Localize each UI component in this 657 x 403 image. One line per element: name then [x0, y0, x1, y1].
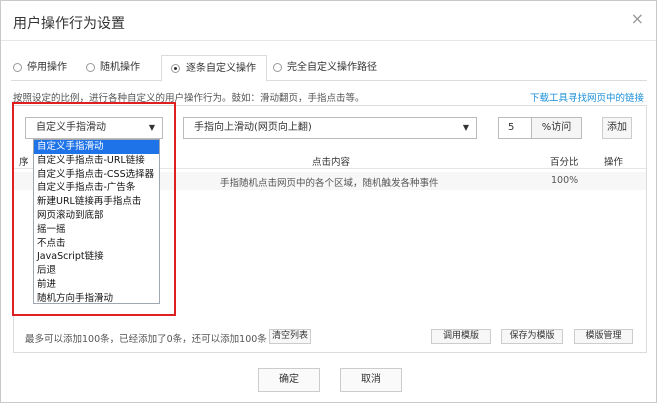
cancel-button[interactable]: 取消	[340, 368, 402, 392]
percent-input[interactable]: 5	[498, 117, 532, 139]
option-shake[interactable]: 摇一摇	[34, 223, 159, 237]
option-click-css[interactable]: 自定义手指点击-CSS选择器	[34, 168, 159, 182]
percent-unit-label: %访问	[532, 117, 582, 139]
tab-full-custom-path[interactable]: 完全自定义操作路径	[273, 55, 377, 81]
radio-icon	[86, 63, 95, 72]
direction-select[interactable]: 手指向上滑动(网页向上翻) ▼	[183, 117, 477, 139]
row-content: 手指随机点击网页中的各个区域，随机触发各种事件	[220, 178, 439, 189]
footer-info-text: 最多可以添加100条，已经添加了0条，还可以添加100条	[25, 334, 267, 345]
description-text: 按照设定的比例，进行各种自定义的用户操作行为。鼓如：滑动翻页，手指点击等。	[13, 93, 365, 104]
tab-label: 停用操作	[27, 62, 67, 73]
action-type-value: 自定义手指滑动	[36, 122, 106, 133]
clear-list-button[interactable]: 清空列表	[269, 329, 311, 344]
ok-button[interactable]: 确定	[258, 368, 320, 392]
tab-label: 逐条自定义操作	[186, 63, 256, 74]
option-new-url-click[interactable]: 新建URL链接再手指点击	[34, 195, 159, 209]
tab-disable[interactable]: 停用操作	[13, 55, 67, 81]
action-type-select[interactable]: 自定义手指滑动 ▼	[25, 117, 163, 139]
row-percent: 100%	[551, 175, 579, 186]
use-template-button[interactable]: 调用模版	[431, 329, 491, 344]
col-percent: 百分比	[550, 157, 579, 168]
tab-random[interactable]: 随机操作	[86, 55, 140, 81]
mode-tabs: 停用操作 随机操作 逐条自定义操作 完全自定义操作路径	[11, 55, 647, 82]
col-content: 点击内容	[312, 157, 351, 168]
option-click-url[interactable]: 自定义手指点击-URL链接	[34, 154, 159, 168]
option-custom-swipe[interactable]: 自定义手指滑动	[34, 140, 159, 154]
option-javascript-link[interactable]: JavaScript链接	[34, 250, 159, 264]
option-no-click[interactable]: 不点击	[34, 237, 159, 251]
user-action-dialog: 用户操作行为设置 × 停用操作 随机操作 逐条自定义操作 完全自定义操作路径 按…	[0, 0, 657, 403]
radio-icon	[273, 63, 282, 72]
download-tool-link[interactable]: 下载工具寻找网页中的链接	[530, 90, 644, 104]
caret-down-icon: ▼	[148, 123, 155, 132]
col-index: 序	[19, 157, 29, 168]
option-back[interactable]: 后退	[34, 264, 159, 278]
save-template-button[interactable]: 保存为模版	[501, 329, 563, 344]
close-icon[interactable]: ×	[631, 11, 644, 27]
dialog-title: 用户操作行为设置	[13, 16, 125, 32]
option-forward[interactable]: 前进	[34, 278, 159, 292]
option-scroll-bottom[interactable]: 网页滚动到底部	[34, 209, 159, 223]
radio-icon	[13, 63, 22, 72]
option-click-ad[interactable]: 自定义手指点击-广告条	[34, 181, 159, 195]
direction-value: 手指向上滑动(网页向上翻)	[194, 122, 312, 133]
option-random-swipe[interactable]: 随机方向手指滑动	[34, 292, 159, 306]
action-type-dropdown-list: 自定义手指滑动 自定义手指点击-URL链接 自定义手指点击-CSS选择器 自定义…	[33, 139, 160, 304]
radio-selected-icon	[171, 64, 180, 73]
dialog-title-bar: 用户操作行为设置 ×	[1, 1, 656, 41]
col-action: 操作	[604, 157, 624, 168]
tab-label: 随机操作	[100, 62, 140, 73]
caret-down-icon: ▼	[462, 123, 469, 132]
add-button[interactable]: 添加	[602, 117, 632, 139]
manage-template-button[interactable]: 模版管理	[574, 329, 633, 344]
tab-label: 完全自定义操作路径	[287, 62, 377, 73]
tab-custom-each[interactable]: 逐条自定义操作	[161, 55, 267, 82]
